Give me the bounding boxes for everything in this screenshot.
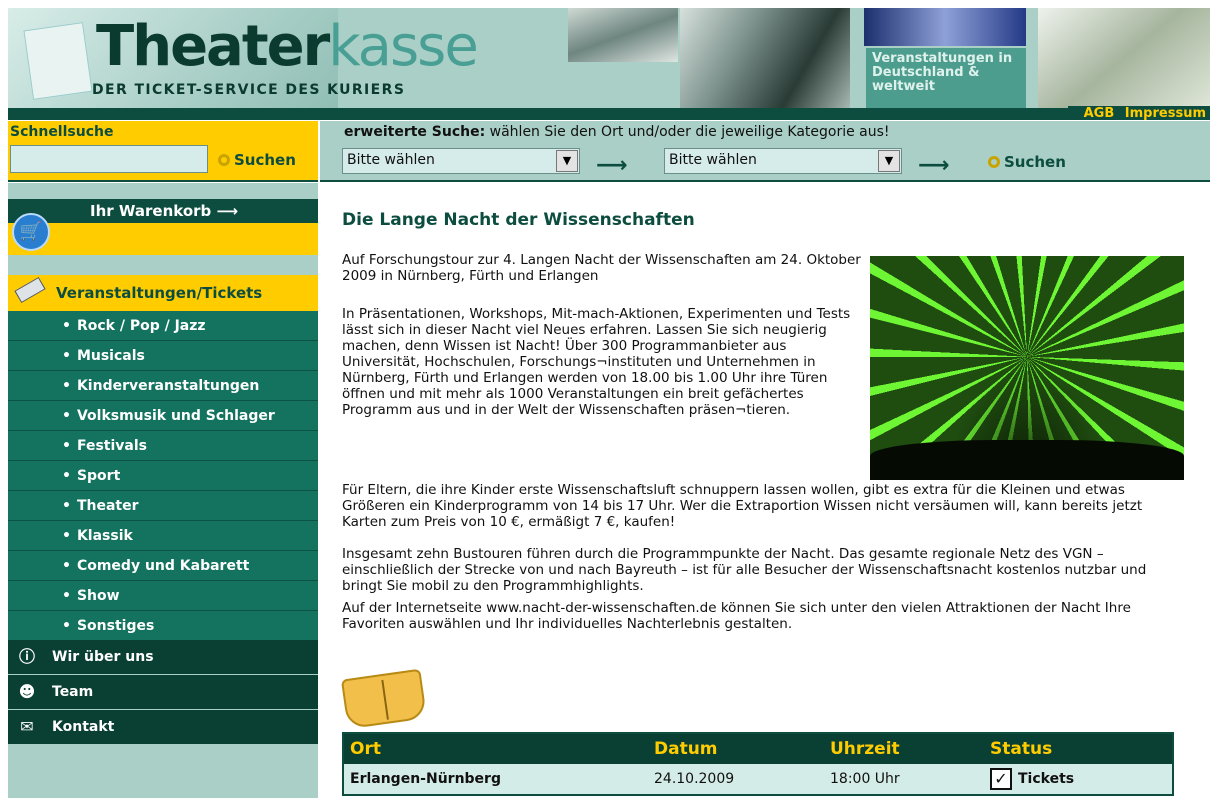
article-intro: Auf Forschungstour zur 4. Langen Nacht d… <box>342 252 861 284</box>
event-dates-table: Ort Datum Uhrzeit Status Erlangen-Nürnbe… <box>342 732 1174 796</box>
sidebar-item-festivals[interactable]: Festivals <box>8 431 318 461</box>
sidebar-item-team[interactable]: ☻ Team <box>8 675 318 710</box>
column-header-status: Status <box>990 739 1053 759</box>
article-paragraph: In Präsentationen, Workshops, Mit-mach-A… <box>342 306 851 418</box>
events-header-label: Veranstaltungen/Tickets <box>56 284 263 302</box>
header-bar <box>8 108 1210 120</box>
category-select-value: Bitte wählen <box>669 152 757 168</box>
site-logo[interactable]: Theaterkasse <box>96 14 479 80</box>
logo-light-text: kasse <box>328 14 479 79</box>
tickets-label: Tickets <box>1018 771 1075 787</box>
category-select[interactable]: Bitte wählen ▼ <box>664 148 902 174</box>
contact-label: Kontakt <box>52 719 115 735</box>
extended-search-button[interactable]: Suchen <box>988 153 1066 171</box>
ticket-icon <box>14 276 46 304</box>
sidebar-item-kinderveranstaltungen[interactable]: Kinderveranstaltungen <box>8 371 318 401</box>
cell-ort: Erlangen-Nürnberg <box>350 771 501 787</box>
table-header: Ort Datum Uhrzeit Status <box>344 734 1172 764</box>
cell-uhrzeit: 18:00 Uhr <box>830 771 900 787</box>
sidebar-item-comedy-kabarett[interactable]: Comedy und Kabarett <box>8 551 318 581</box>
cart-label: Ihr Warenkorb <box>90 202 212 220</box>
quick-search-button-label: Suchen <box>234 151 296 169</box>
top-links: AGB Impressum <box>1067 106 1210 120</box>
extended-search-label: erweiterte Suche: wählen Sie den Ort und… <box>344 124 890 140</box>
cart-box[interactable]: Ihr Warenkorb ⟶ 🛒 <box>8 199 318 255</box>
sidebar-item-rock-pop-jazz[interactable]: Rock / Pop / Jazz <box>8 311 318 341</box>
quick-search-label: Schnellsuche <box>10 124 114 140</box>
cell-datum: 24.10.2009 <box>654 771 735 787</box>
book-icon <box>340 668 428 730</box>
location-select-value: Bitte wählen <box>347 152 435 168</box>
sidebar-item-contact[interactable]: ✉ Kontakt <box>8 710 318 745</box>
column-header-uhrzeit: Uhrzeit <box>830 739 900 759</box>
info-icon: ⓘ <box>18 647 35 666</box>
laser-show-image <box>870 256 1184 480</box>
sidebar-main-links: ⓘ Wir über uns ☻ Team ✉ Kontakt <box>8 640 318 745</box>
page-title: Die Lange Nacht der Wissenschaften <box>342 210 695 230</box>
column-header-datum: Datum <box>654 739 718 759</box>
header-photo-2 <box>680 8 850 108</box>
checkbox-icon: ✓ <box>990 768 1012 790</box>
sidebar-item-show[interactable]: Show <box>8 581 318 611</box>
location-select[interactable]: Bitte wählen ▼ <box>342 148 580 174</box>
chevron-down-icon[interactable]: ▼ <box>878 150 900 172</box>
article-paragraph: Für Eltern, die ihre Kinder erste Wissen… <box>342 482 1143 530</box>
header-photo-1 <box>568 8 678 62</box>
slogan-line-3: weltweit <box>872 79 935 94</box>
quick-search-input[interactable] <box>10 145 208 173</box>
logo-bold-text: Theater <box>96 14 330 79</box>
sidebar: Ihr Warenkorb ⟶ 🛒 Veranstaltungen/Ticket… <box>8 183 318 798</box>
slogan-line-2: Deutschland & <box>872 65 980 80</box>
sidebar-item-theater[interactable]: Theater <box>8 491 318 521</box>
slogan-line-1: Veranstaltungen in <box>872 51 1013 66</box>
envelope-icon: ✉ <box>20 717 34 736</box>
article-paragraph: Insgesamt zehn Bustouren führen durch di… <box>342 546 1147 594</box>
sidebar-item-klassik[interactable]: Klassik <box>8 521 318 551</box>
team-icon: ☻ <box>18 682 36 701</box>
header-photo-3 <box>864 8 1026 46</box>
category-list: Rock / Pop / Jazz Musicals Kinderveranst… <box>8 311 318 641</box>
arrow-right-icon: ⟶ <box>216 202 239 220</box>
sidebar-item-musicals[interactable]: Musicals <box>8 341 318 371</box>
ticket-graphic <box>23 22 93 100</box>
header-slogan: Veranstaltungen in Deutschland & weltwei… <box>866 48 1026 110</box>
extended-search-label-text: wählen Sie den Ort und/oder die jeweilig… <box>485 124 890 140</box>
key-search-icon <box>988 156 1000 168</box>
extended-search-panel: erweiterte Suche: wählen Sie den Ort und… <box>320 121 1210 182</box>
shopping-cart-icon[interactable]: 🛒 <box>12 213 50 251</box>
agb-link[interactable]: AGB <box>1084 106 1115 120</box>
sidebar-item-volksmusik-schlager[interactable]: Volksmusik und Schlager <box>8 401 318 431</box>
arrow-right-icon: ⟶ <box>918 153 950 178</box>
crowd-silhouette <box>870 440 1184 480</box>
sidebar-events-header[interactable]: Veranstaltungen/Tickets <box>8 275 318 311</box>
cart-link[interactable]: Ihr Warenkorb ⟶ <box>8 199 318 223</box>
tickets-button[interactable]: ✓ Tickets <box>990 764 1074 794</box>
logo-tagline: DER TICKET-SERVICE DES KURIERS <box>92 82 406 98</box>
column-header-ort: Ort <box>350 739 381 759</box>
article-paragraph: Auf der Internetseite www.nacht-der-wiss… <box>342 600 1131 632</box>
site-header: Theaterkasse DER TICKET-SERVICE DES KURI… <box>8 8 1210 120</box>
quick-search-panel: Schnellsuche Suchen <box>8 121 318 182</box>
sidebar-item-about[interactable]: ⓘ Wir über uns <box>8 640 318 675</box>
extended-search-button-label: Suchen <box>1004 153 1066 171</box>
sidebar-item-sonstiges[interactable]: Sonstiges <box>8 611 318 641</box>
quick-search-button[interactable]: Suchen <box>218 151 296 169</box>
extended-search-label-bold: erweiterte Suche: <box>344 124 486 140</box>
key-search-icon <box>218 154 230 166</box>
team-label: Team <box>52 684 94 700</box>
chevron-down-icon[interactable]: ▼ <box>556 150 578 172</box>
header-photo-4 <box>1038 8 1210 108</box>
sidebar-item-sport[interactable]: Sport <box>8 461 318 491</box>
table-row: Erlangen-Nürnberg 24.10.2009 18:00 Uhr ✓… <box>344 764 1172 794</box>
impressum-link[interactable]: Impressum <box>1125 106 1206 120</box>
about-label: Wir über uns <box>52 649 154 665</box>
arrow-right-icon: ⟶ <box>596 153 628 178</box>
